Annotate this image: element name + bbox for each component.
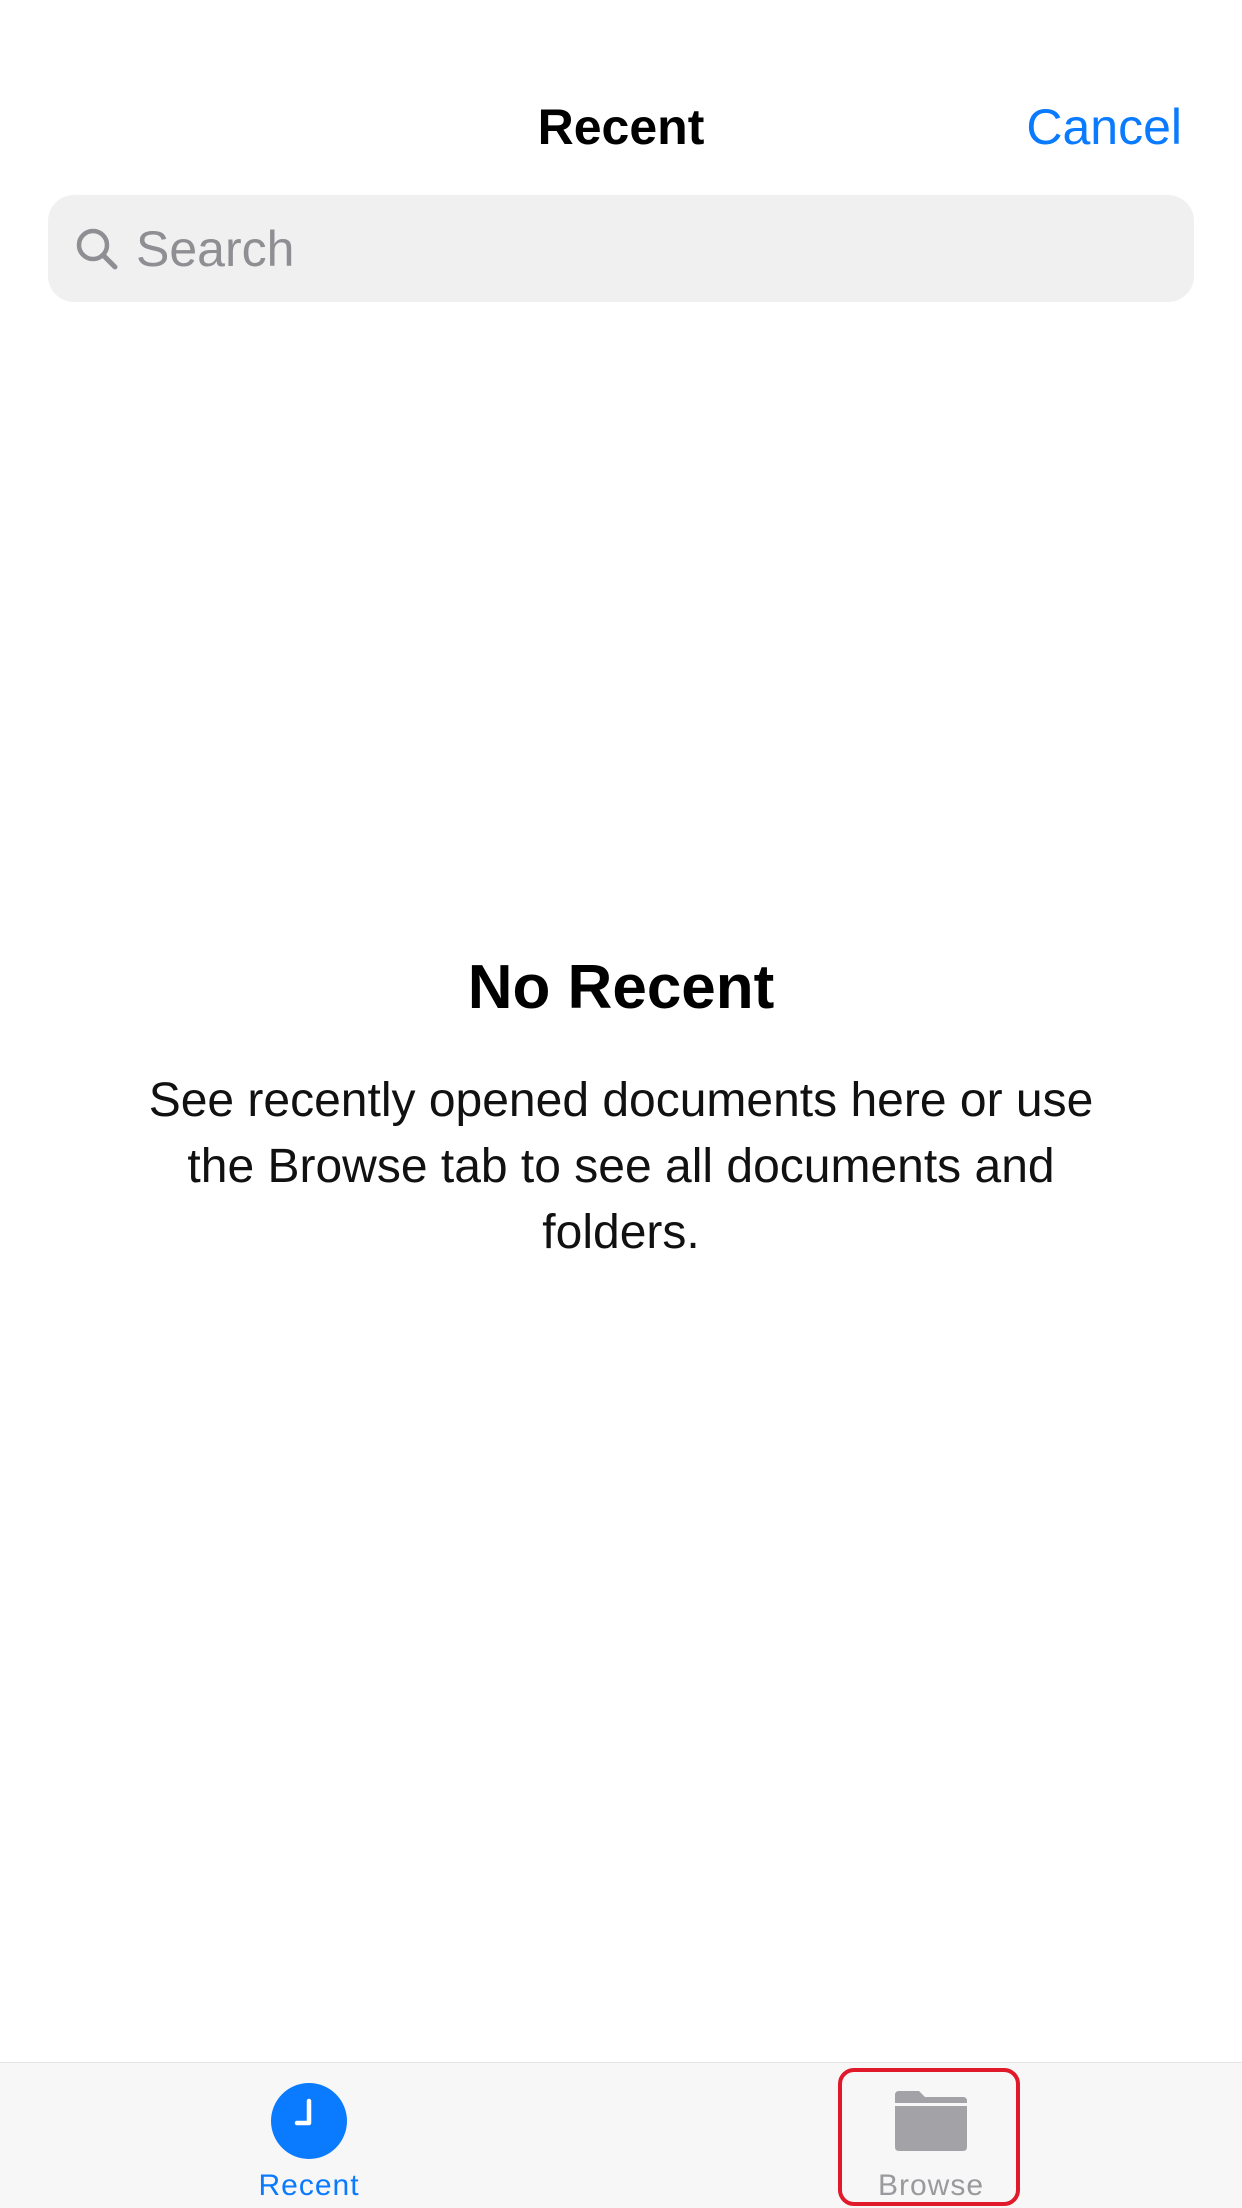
search-icon: [70, 222, 126, 278]
tab-recent-label: Recent: [258, 2169, 360, 2202]
tab-browse-label: Browse: [877, 2169, 985, 2202]
search-input[interactable]: [136, 195, 1156, 302]
tab-bar: Recent Browse: [0, 2062, 1242, 2208]
file-picker-screen: Recent Cancel No Recent See recently ope…: [0, 0, 1242, 2208]
tab-browse[interactable]: Browse: [781, 2063, 1081, 2208]
cancel-button[interactable]: Cancel: [1026, 92, 1182, 162]
tab-recent[interactable]: Recent: [159, 2063, 459, 2208]
search-bar[interactable]: [48, 195, 1194, 302]
folder-icon: [893, 2083, 969, 2159]
empty-state-description: See recently opened documents here or us…: [148, 1074, 1094, 1259]
empty-state-title: No Recent: [467, 953, 775, 1022]
clock-icon: [271, 2083, 347, 2159]
